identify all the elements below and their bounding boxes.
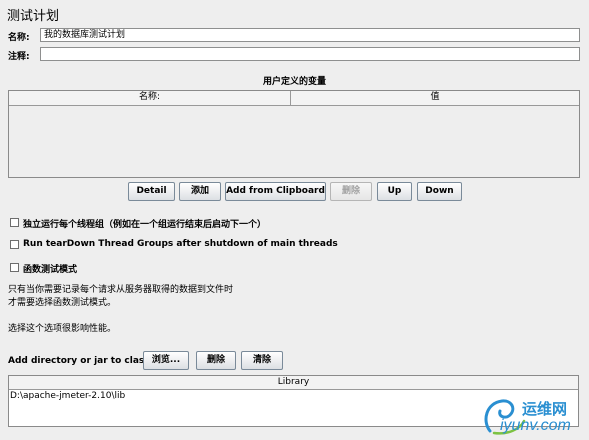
up-button[interactable]: Up xyxy=(377,182,412,201)
add-from-clipboard-button[interactable]: Add from Clipboard xyxy=(225,182,326,201)
functional-mode-label: 函数测试模式 xyxy=(23,265,78,275)
library-column-header[interactable]: Library xyxy=(9,376,578,390)
name-field[interactable]: 我的数据库测试计划 xyxy=(40,28,580,42)
comment-label: 注释: xyxy=(8,52,30,62)
browse-button[interactable]: 浏览... xyxy=(143,351,189,370)
watermark-text-cn: 运维网 xyxy=(522,401,568,418)
variables-table-header: 名称: 值 xyxy=(9,91,579,106)
note-line-2: 才需要选择函数测试模式。 xyxy=(8,298,117,308)
teardown-label: Run tearDown Thread Groups after shutdow… xyxy=(23,239,338,249)
panel-title: 测试计划 xyxy=(7,9,60,24)
clear-button[interactable]: 清除 xyxy=(241,351,283,370)
functional-mode-checkbox[interactable] xyxy=(10,263,19,272)
variables-section-title: 用户定义的变量 xyxy=(262,77,326,87)
comment-field[interactable] xyxy=(40,47,580,61)
independent-threadgroups-checkbox[interactable] xyxy=(10,218,19,227)
detail-button[interactable]: Detail xyxy=(128,182,175,201)
note-line-1: 只有当你需要记录每个请求从服务器取得的数据到文件时 xyxy=(8,285,234,295)
independent-threadgroups-label: 独立运行每个线程组（例如在一个组运行结束后启动下一个） xyxy=(23,220,267,230)
column-header-name[interactable]: 名称: xyxy=(9,91,291,105)
name-label: 名称: xyxy=(8,33,30,43)
down-button[interactable]: Down xyxy=(417,182,462,201)
variables-table[interactable]: 名称: 值 xyxy=(8,90,580,178)
classpath-delete-button[interactable]: 删除 xyxy=(196,351,236,370)
delete-button[interactable]: 删除 xyxy=(330,182,372,201)
note-line-3: 选择这个选项很影响性能。 xyxy=(8,324,117,334)
site-watermark-logo: 运维网 iyunv.com xyxy=(480,395,585,437)
teardown-checkbox[interactable] xyxy=(10,240,19,249)
watermark-text-en: iyunv.com xyxy=(500,417,571,434)
column-header-value[interactable]: 值 xyxy=(291,91,579,105)
add-button[interactable]: 添加 xyxy=(179,182,221,201)
